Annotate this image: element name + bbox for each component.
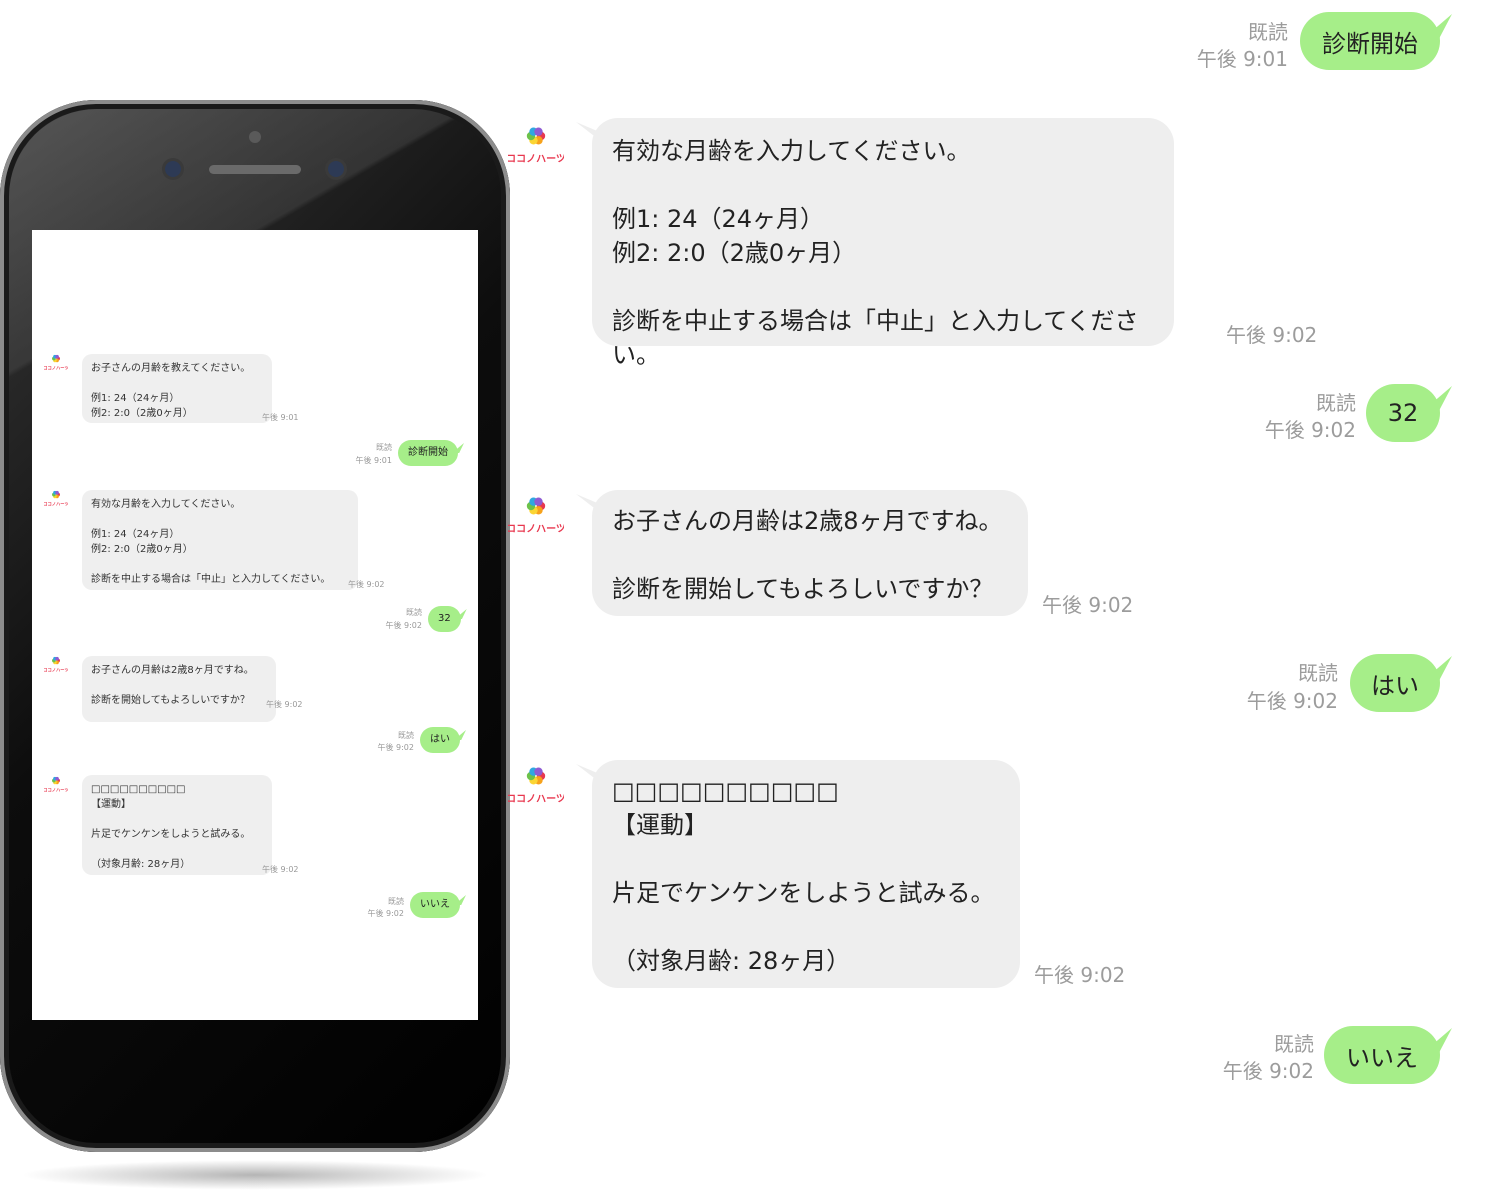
reply-age[interactable]: 32 xyxy=(1366,384,1440,442)
timestamp: 午後 9:01 xyxy=(1196,47,1288,71)
message-intro: お子さんの月齢を教えてください。 例1: 24（24ヶ月） 例2: 2:0（2歳… xyxy=(82,354,272,423)
bot-logo-icon: ココノハーツ xyxy=(44,776,68,794)
timestamp: 午後 9:02 xyxy=(367,909,404,918)
logo-petal xyxy=(55,354,59,359)
timestamp: 午後 9:02 xyxy=(1042,593,1134,617)
timestamp: 午後 9:02 xyxy=(385,621,422,630)
bot-logo-icon: ココノハーツ xyxy=(508,767,564,805)
bot-logo-icon: ココノハーツ xyxy=(508,127,564,165)
reply-no[interactable]: いいえ xyxy=(410,892,460,918)
logo-petal xyxy=(534,767,543,776)
logo-petal xyxy=(55,656,59,661)
timestamp: 午後 9:02 xyxy=(1222,1059,1314,1083)
timestamp: 午後 9:02 xyxy=(348,580,385,589)
timestamp: 午後 9:01 xyxy=(355,456,392,465)
message-age-confirm: お子さんの月齢は2歳8ヶ月ですね。 診断を開始してもよろしいですか？ xyxy=(82,656,276,722)
logo-petal xyxy=(55,776,59,781)
logo-petal xyxy=(534,127,543,136)
logo-wordmark: ココノハーツ xyxy=(44,502,68,508)
logo-wordmark: ココノハーツ xyxy=(44,366,68,372)
logo-wordmark: ココノハーツ xyxy=(508,523,564,535)
timestamp: 午後 9:02 xyxy=(1226,323,1318,347)
message-question: □□□□□□□□□□ 【運動】 片足でケンケンをしようと試みる。 （対象月齢: … xyxy=(592,760,1020,988)
reply-start-diagnosis[interactable]: 診断開始 xyxy=(398,440,458,466)
timestamp: 午後 9:02 xyxy=(266,700,303,709)
bot-logo-icon: ココノハーツ xyxy=(508,497,564,535)
logo-wordmark: ココノハーツ xyxy=(44,668,68,674)
reply-yes[interactable]: はい xyxy=(1350,654,1440,712)
reply-no[interactable]: いいえ xyxy=(1324,1026,1440,1084)
read-receipt: 既読 xyxy=(376,443,392,452)
bot-logo-icon: ココノハーツ xyxy=(44,490,68,508)
read-receipt: 既読 xyxy=(1298,661,1338,685)
phone-mockup: ココノハーツ お子さんの月齢を教えてください。 例1: 24（24ヶ月） 例2:… xyxy=(0,100,510,1152)
message-age-confirm: お子さんの月齢は2歳8ヶ月ですね。 診断を開始してもよろしいですか？ xyxy=(592,490,1028,616)
read-receipt: 既読 xyxy=(1274,1032,1314,1056)
logo-petal xyxy=(534,497,543,506)
phone-shadow xyxy=(20,1160,490,1190)
reply-start-diagnosis[interactable]: 診断開始 xyxy=(1300,12,1440,70)
logo-wordmark: ココノハーツ xyxy=(508,793,564,805)
message-valid-age-prompt: 有効な月齢を入力してください。 例1: 24（24ヶ月） 例2: 2:0（2歳0… xyxy=(592,118,1174,369)
reply-yes[interactable]: はい xyxy=(420,727,460,753)
front-camera-icon xyxy=(249,131,261,143)
sensor-icon xyxy=(165,161,181,177)
message-valid-age-prompt: 有効な月齢を入力してください。 例1: 24（24ヶ月） 例2: 2:0（2歳0… xyxy=(82,490,358,590)
logo-petal xyxy=(55,490,59,495)
timestamp: 午後 9:02 xyxy=(377,743,414,752)
message-question: □□□□□□□□□□ 【運動】 片足でケンケンをしようと試みる。 （対象月齢: … xyxy=(82,775,272,875)
timestamp: 午後 9:02 xyxy=(262,865,299,874)
read-receipt: 既読 xyxy=(1316,391,1356,415)
read-receipt: 既読 xyxy=(388,897,404,906)
timestamp: 午後 9:02 xyxy=(1246,689,1338,713)
timestamp: 午後 9:02 xyxy=(1034,963,1126,987)
earpiece-speaker xyxy=(209,165,301,174)
bot-logo-icon: ココノハーツ xyxy=(44,354,68,372)
timestamp: 午後 9:01 xyxy=(262,413,299,422)
logo-wordmark: ココノハーツ xyxy=(44,788,68,794)
read-receipt: 既読 xyxy=(406,608,422,617)
phone-screen: ココノハーツ お子さんの月齢を教えてください。 例1: 24（24ヶ月） 例2:… xyxy=(32,230,478,1020)
sensor-icon xyxy=(328,161,344,177)
bot-logo-icon: ココノハーツ xyxy=(44,656,68,674)
read-receipt: 既読 xyxy=(398,731,414,740)
reply-age[interactable]: 32 xyxy=(428,606,461,632)
read-receipt: 既読 xyxy=(1248,20,1288,44)
logo-wordmark: ココノハーツ xyxy=(508,153,564,165)
timestamp: 午後 9:02 xyxy=(1264,418,1356,442)
